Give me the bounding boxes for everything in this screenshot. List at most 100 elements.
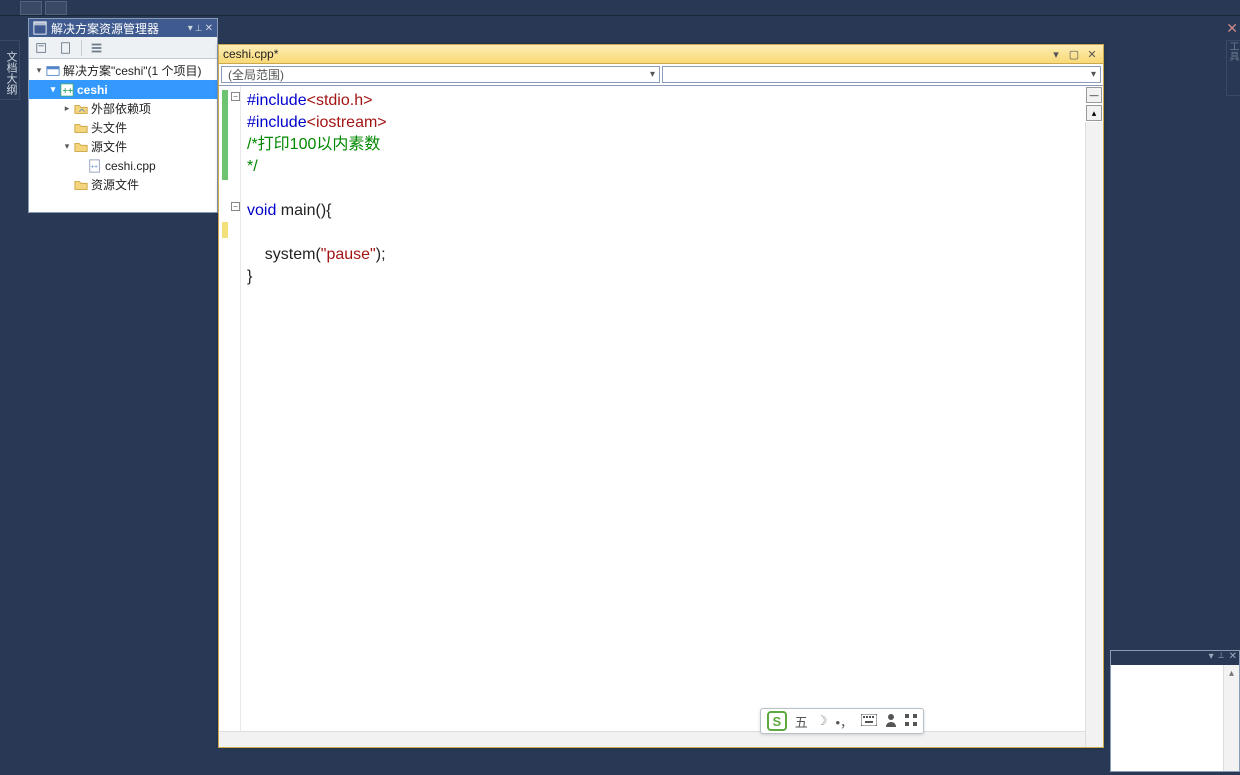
editor-menu-icon[interactable]: ▾ xyxy=(1049,47,1063,61)
code-comment: */ xyxy=(247,158,258,175)
editor-margin[interactable]: − − xyxy=(219,86,241,747)
code-text: } xyxy=(247,268,252,285)
solution-icon xyxy=(45,63,61,79)
folder-icon xyxy=(73,177,89,193)
tree-external-deps[interactable]: ▸ 外部依赖项 xyxy=(29,99,217,118)
scope-dropdown-label: (全局范围) xyxy=(228,66,284,83)
cpp-file-icon: ++ xyxy=(87,158,103,174)
tree-arrow-icon[interactable]: ▸ xyxy=(61,103,73,114)
ime-grid-icon[interactable] xyxy=(905,714,917,729)
panel-pin-icon[interactable]: ⊥ xyxy=(195,23,203,34)
code-comment: /*打印100以内素数 xyxy=(247,136,380,153)
headers-label: 头文件 xyxy=(91,119,127,136)
solution-explorer-title: 解决方案资源管理器 xyxy=(51,20,159,37)
br-panel-titlebar[interactable]: ▾ ⊥ ✕ xyxy=(1111,651,1239,665)
split-horizontal-handle[interactable]: — xyxy=(1086,87,1102,103)
solution-tree: ▾ 解决方案"ceshi"(1 个项目) ▾ ++ ceshi ▸ 外部依赖项 … xyxy=(29,59,217,196)
tree-solution-node[interactable]: ▾ 解决方案"ceshi"(1 个项目) xyxy=(29,61,217,80)
solution-explorer-titlebar[interactable]: 解决方案资源管理器 ▾ ⊥ ✕ xyxy=(29,19,217,37)
editor-tab-title[interactable]: ceshi.cpp* xyxy=(223,47,278,61)
bottom-right-panel: ▾ ⊥ ✕ ▴ xyxy=(1110,650,1240,772)
left-dock-label: 文档大纲 xyxy=(5,51,17,95)
solution-explorer-panel: 解决方案资源管理器 ▾ ⊥ ✕ ▾ 解决方案"ceshi"(1 个项目) ▾ xyxy=(28,18,218,213)
window-close-icon[interactable]: ✕ xyxy=(1226,20,1238,37)
tree-sources[interactable]: ▾ 源文件 xyxy=(29,137,217,156)
home-icon xyxy=(35,41,49,55)
folder-ref-icon xyxy=(73,101,89,117)
ime-moon-icon[interactable]: ☽ xyxy=(816,713,828,729)
change-marker-unsaved xyxy=(222,222,228,238)
ime-keyboard-icon[interactable] xyxy=(861,714,877,729)
br-pin-icon[interactable]: ⊥ xyxy=(1218,651,1225,665)
editor-nav-dropdowns: (全局范围) xyxy=(219,64,1103,86)
strip-button-2[interactable] xyxy=(45,1,67,15)
right-dock-label: 工具 xyxy=(1227,41,1238,61)
fold-toggle[interactable]: − xyxy=(231,92,240,101)
br-panel-scrollbar[interactable]: ▴ xyxy=(1223,665,1239,771)
change-marker-saved xyxy=(222,90,228,180)
tree-arrow-icon[interactable]: ▾ xyxy=(61,141,73,152)
horizontal-scrollbar[interactable] xyxy=(219,731,1085,747)
right-dock-tab[interactable]: 工具 xyxy=(1226,40,1240,96)
code-text: system( xyxy=(247,246,321,263)
editor-scroll-column: — ▴ xyxy=(1085,86,1103,747)
vertical-scrollbar[interactable] xyxy=(1085,122,1103,747)
editor-maximize-icon[interactable]: ▢ xyxy=(1067,47,1081,61)
code-text: main(){ xyxy=(276,202,331,219)
code-area[interactable]: #include<stdio.h> #include<iostream> /*打… xyxy=(241,86,1103,747)
br-dropdown-icon[interactable]: ▾ xyxy=(1209,651,1214,665)
external-deps-label: 外部依赖项 xyxy=(91,100,151,117)
toolbar-home-button[interactable] xyxy=(31,39,53,57)
ime-user-icon[interactable] xyxy=(885,713,897,730)
folder-icon xyxy=(73,139,89,155)
toolbar-refresh-button[interactable] xyxy=(55,39,77,57)
editor-close-icon[interactable]: ✕ xyxy=(1085,47,1099,61)
tree-resources[interactable]: 资源文件 xyxy=(29,175,217,194)
scope-dropdown[interactable]: (全局范围) xyxy=(221,66,660,83)
code-keyword: #include xyxy=(247,92,307,109)
strip-button-1[interactable] xyxy=(20,1,42,15)
tree-project-node[interactable]: ▾ ++ ceshi xyxy=(29,80,217,99)
project-icon: ++ xyxy=(59,82,75,98)
svg-text:++: ++ xyxy=(63,85,73,95)
solution-label: 解决方案"ceshi"(1 个项目) xyxy=(63,62,202,79)
tree-headers[interactable]: 头文件 xyxy=(29,118,217,137)
ime-toolbar[interactable]: S 五 ☽ •， xyxy=(760,708,924,734)
toolbar-separator xyxy=(81,40,82,56)
code-include-path: <iostream> xyxy=(307,114,387,131)
list-icon xyxy=(90,41,104,55)
editor-body: − − #include<stdio.h> #include<iostream>… xyxy=(219,86,1103,747)
folder-icon xyxy=(73,120,89,136)
member-dropdown[interactable] xyxy=(662,66,1101,83)
left-dock-tab[interactable]: 文档大纲 xyxy=(0,40,20,100)
panel-dropdown-icon[interactable]: ▾ xyxy=(188,23,193,34)
code-string: "pause" xyxy=(321,246,376,263)
fold-toggle[interactable]: − xyxy=(231,202,240,211)
sources-label: 源文件 xyxy=(91,138,127,155)
svg-text:++: ++ xyxy=(91,163,99,170)
tree-file-cpp[interactable]: ++ ceshi.cpp xyxy=(29,156,217,175)
code-editor-window: ceshi.cpp* ▾ ▢ ✕ (全局范围) − − #include<std… xyxy=(218,44,1104,748)
br-close-icon[interactable]: ✕ xyxy=(1229,651,1237,665)
ime-logo-icon[interactable]: S xyxy=(767,711,787,731)
scroll-up-icon[interactable]: ▴ xyxy=(1086,105,1102,121)
panel-icon xyxy=(33,21,47,35)
cpp-file-label: ceshi.cpp xyxy=(105,159,156,173)
ime-mode-wubi[interactable]: 五 xyxy=(795,712,808,731)
ime-punct-icon[interactable]: •， xyxy=(835,712,853,731)
tree-arrow-icon[interactable]: ▾ xyxy=(47,84,59,95)
code-include-path: <stdio.h> xyxy=(307,92,373,109)
code-keyword: void xyxy=(247,202,276,219)
resources-label: 资源文件 xyxy=(91,176,139,193)
page-icon xyxy=(59,41,73,55)
scroll-up-icon[interactable]: ▴ xyxy=(1224,665,1239,681)
project-label: ceshi xyxy=(77,83,108,97)
solution-explorer-toolbar xyxy=(29,37,217,59)
top-toolbar-strip xyxy=(0,0,1240,16)
editor-tabbar: ceshi.cpp* ▾ ▢ ✕ xyxy=(219,45,1103,64)
code-keyword: #include xyxy=(247,114,307,131)
tree-arrow-icon[interactable]: ▾ xyxy=(33,65,45,76)
panel-close-icon[interactable]: ✕ xyxy=(205,23,213,34)
toolbar-properties-button[interactable] xyxy=(86,39,108,57)
code-text: ); xyxy=(376,246,386,263)
